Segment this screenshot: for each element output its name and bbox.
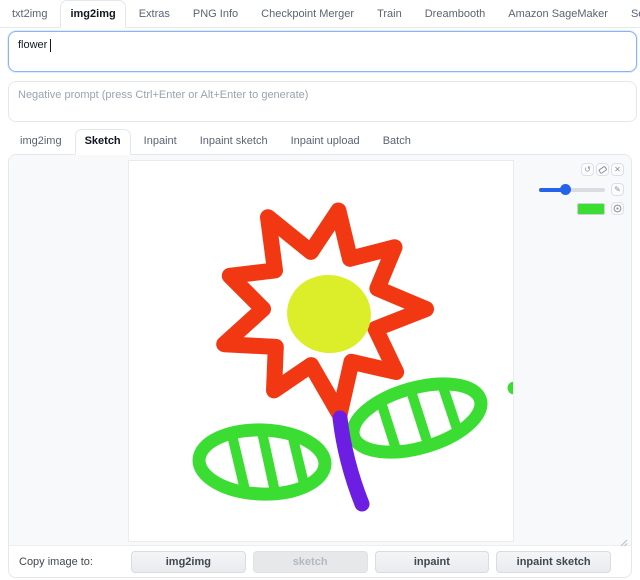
slider-thumb[interactable]: [560, 184, 571, 195]
copy-image-row: Copy image to: img2img sketch inpaint in…: [9, 546, 631, 577]
tab-settings[interactable]: Settings: [621, 0, 640, 28]
copy-to-img2img-button[interactable]: img2img: [131, 551, 246, 573]
tab-txt2img[interactable]: txt2img: [2, 0, 57, 28]
text-caret: [50, 39, 51, 52]
remove-image-button[interactable]: ✕: [611, 163, 624, 176]
left-leaf: [198, 428, 326, 496]
close-icon: ✕: [614, 164, 621, 175]
resize-grip-icon: [619, 538, 628, 547]
mode-tab-img2img[interactable]: img2img: [10, 129, 72, 155]
img2img-mode-tab-bar: img2img Sketch Inpaint Inpaint sketch In…: [0, 122, 640, 155]
sketch-editor: ↺ ✕ ✎: [8, 154, 632, 578]
brush-color-swatch[interactable]: [577, 203, 605, 215]
undo-icon: ↺: [584, 164, 591, 175]
brush-icon: ✎: [614, 184, 621, 195]
tab-train[interactable]: Train: [367, 0, 412, 28]
flower-center-blob: [282, 270, 376, 359]
tab-png-info[interactable]: PNG Info: [183, 0, 248, 28]
brush-size-button[interactable]: ✎: [611, 183, 624, 196]
copy-to-inpaint-button[interactable]: inpaint: [375, 551, 490, 573]
eraser-button[interactable]: [596, 163, 609, 176]
copy-to-inpaint-sketch-button[interactable]: inpaint sketch: [496, 551, 611, 573]
mode-tab-inpaint-upload[interactable]: Inpaint upload: [281, 129, 370, 155]
tab-img2img[interactable]: img2img: [60, 0, 125, 28]
tab-amazon-sagemaker[interactable]: Amazon SageMaker: [498, 0, 618, 28]
mode-tab-batch[interactable]: Batch: [373, 129, 421, 155]
main-tab-bar: txt2img img2img Extras PNG Info Checkpoi…: [0, 0, 640, 28]
stray-brush-dot: [508, 382, 514, 395]
mode-tab-sketch[interactable]: Sketch: [75, 129, 131, 155]
tab-extras[interactable]: Extras: [129, 0, 180, 28]
undo-button[interactable]: ↺: [581, 163, 594, 176]
negative-prompt-input[interactable]: Negative prompt (press Ctrl+Enter or Alt…: [8, 81, 637, 122]
mode-tab-inpaint-sketch[interactable]: Inpaint sketch: [190, 129, 278, 155]
sketch-editor-area: ↺ ✕ ✎: [9, 155, 631, 546]
prompt-section: flower Negative prompt (press Ctrl+Enter…: [0, 28, 640, 122]
tab-dreambooth[interactable]: Dreambooth: [415, 0, 496, 28]
brush-size-slider[interactable]: [539, 183, 605, 196]
color-picker-icon: [613, 204, 622, 213]
copy-image-label: Copy image to:: [19, 556, 123, 568]
prompt-input[interactable]: flower: [8, 31, 637, 72]
mode-tab-inpaint[interactable]: Inpaint: [134, 129, 187, 155]
flower-drawing: [129, 161, 513, 541]
resize-handle[interactable]: [619, 534, 628, 543]
negative-prompt-placeholder: Negative prompt (press Ctrl+Enter or Alt…: [18, 89, 308, 101]
right-leaf: [345, 371, 488, 465]
tab-checkpoint-merger[interactable]: Checkpoint Merger: [251, 0, 364, 28]
sketch-canvas[interactable]: [128, 160, 514, 542]
copy-to-sketch-button: sketch: [253, 551, 368, 573]
copy-buttons: img2img sketch inpaint inpaint sketch: [131, 551, 611, 573]
prompt-text: flower: [18, 39, 47, 51]
eraser-icon: [598, 165, 607, 174]
canvas-toolbar: ↺ ✕ ✎: [539, 163, 624, 215]
color-picker-button[interactable]: [611, 202, 624, 215]
